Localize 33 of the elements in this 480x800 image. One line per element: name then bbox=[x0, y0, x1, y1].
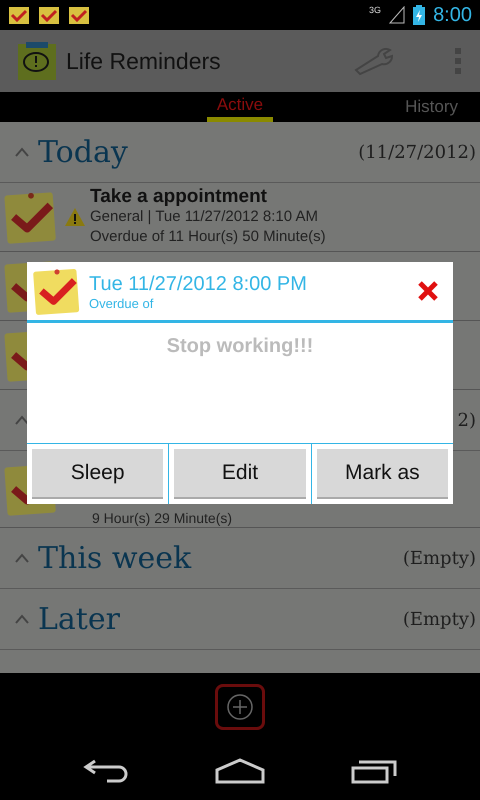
section-summary: (Empty) bbox=[402, 608, 476, 630]
recent-apps-icon[interactable] bbox=[351, 758, 397, 784]
dialog-message: Stop working!!! bbox=[166, 335, 314, 357]
section-summary: 2) bbox=[458, 410, 476, 430]
close-icon[interactable] bbox=[417, 280, 439, 302]
section-title: Later bbox=[38, 602, 120, 636]
dialog-button[interactable]: Mark as bbox=[316, 449, 448, 499]
dialog-button[interactable]: Edit bbox=[174, 449, 306, 499]
section-summary: (Empty) bbox=[402, 548, 476, 568]
dialog-button[interactable]: Sleep bbox=[32, 449, 164, 499]
home-icon[interactable] bbox=[215, 758, 265, 784]
section-summary: (11/27/2012) bbox=[358, 142, 476, 162]
reminder-title: Take a appointment bbox=[90, 187, 268, 207]
battery-charging-icon bbox=[413, 5, 426, 25]
app-logo-icon bbox=[18, 42, 56, 80]
reminder-details: General | Tue 11/27/2012 8:10 AM bbox=[90, 207, 319, 227]
plus-circle-icon bbox=[226, 693, 254, 721]
section-title: This week bbox=[38, 540, 192, 576]
collapse-caret-icon[interactable] bbox=[14, 415, 30, 425]
clock-time: 8:00 bbox=[433, 4, 472, 26]
add-button[interactable] bbox=[215, 684, 265, 730]
dialog-subtitle: Overdue of bbox=[89, 296, 154, 310]
back-icon[interactable] bbox=[83, 759, 129, 783]
reminder-overdue: 9 Hour(s) 29 Minute(s) bbox=[91, 511, 232, 527]
app-title: Life Reminders bbox=[66, 48, 221, 74]
network-type: 3G bbox=[369, 5, 382, 15]
notification-note-icon bbox=[68, 5, 90, 25]
notification-note-icon bbox=[38, 5, 60, 25]
signal-icon bbox=[389, 6, 406, 24]
reminder-overdue: Overdue of 11 Hour(s) 50 Minute(s) bbox=[90, 227, 326, 247]
dialog-time: Tue 11/27/2012 8:00 PM bbox=[89, 272, 307, 296]
notification-note-icon bbox=[8, 5, 30, 25]
section-title: Today bbox=[38, 134, 128, 170]
